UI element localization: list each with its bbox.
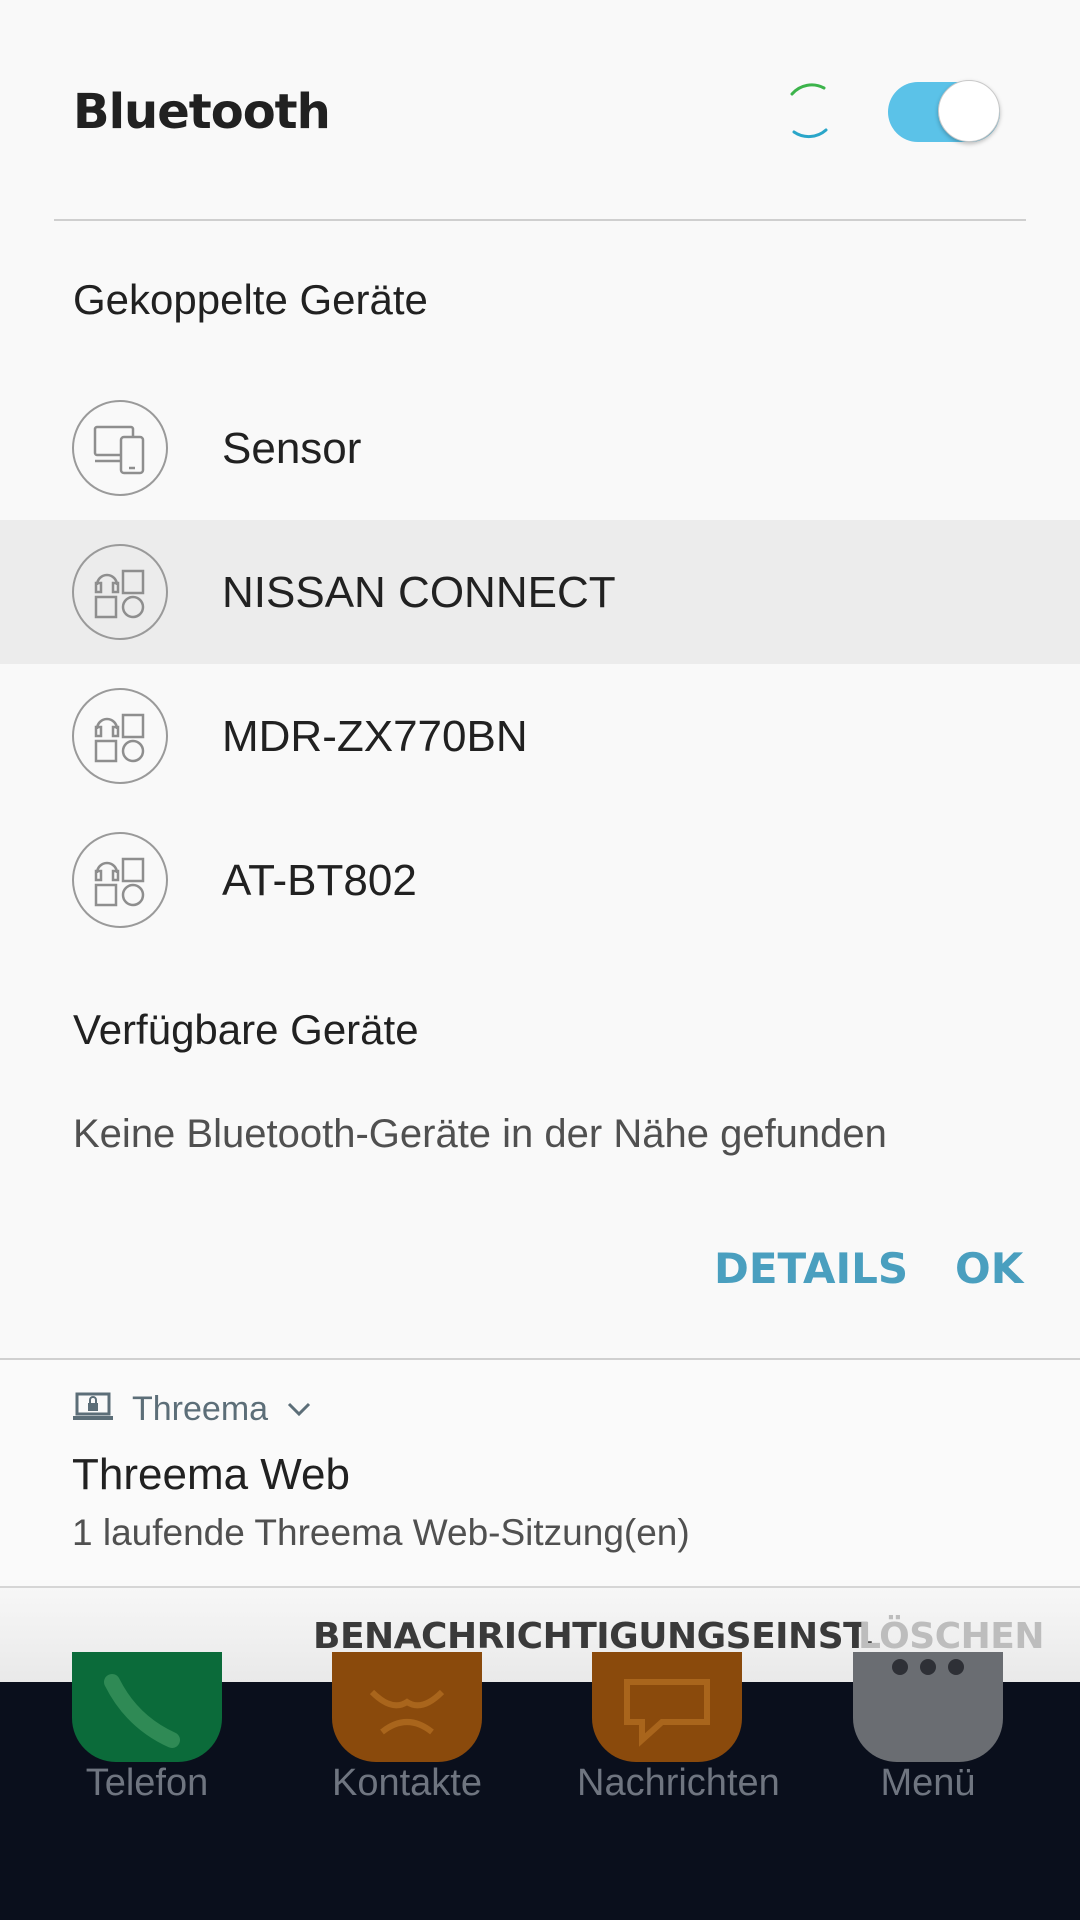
available-devices-heading: Verfügbare Geräte bbox=[73, 1006, 419, 1053]
no-devices-message: Keine Bluetooth-Geräte in der Nähe gefun… bbox=[73, 1112, 887, 1156]
dock-item-kontakte[interactable]: Kontakte bbox=[317, 1652, 497, 1920]
home-dock: Telefon Kontakte Nachrichten Menü bbox=[0, 1652, 1080, 1920]
notification-text: 1 laufende Threema Web-Sitzung(en) bbox=[72, 1512, 690, 1553]
scanning-spinner-icon bbox=[780, 78, 840, 144]
devices-icon bbox=[72, 400, 168, 496]
messages-icon bbox=[592, 1652, 742, 1762]
dock-label: Kontakte bbox=[332, 1762, 482, 1804]
ok-button[interactable]: OK bbox=[955, 1244, 1023, 1293]
device-row-mdr-zx770bn[interactable]: MDR-ZX770BN bbox=[0, 664, 1080, 808]
dock-item-nachrichten[interactable]: Nachrichten bbox=[577, 1652, 780, 1920]
bluetooth-header: Bluetooth bbox=[0, 0, 1080, 222]
device-row-sensor[interactable]: Sensor bbox=[0, 376, 1080, 520]
bluetooth-toggle[interactable] bbox=[888, 80, 1000, 142]
chevron-down-icon[interactable] bbox=[286, 1400, 312, 1423]
bluetooth-panel: Bluetooth Gekoppelte Geräte Sensor NISSA… bbox=[0, 0, 1080, 1358]
device-row-at-bt802[interactable]: AT-BT802 bbox=[0, 808, 1080, 952]
toggle-knob bbox=[938, 80, 1000, 142]
paired-devices-heading: Gekoppelte Geräte bbox=[73, 276, 428, 323]
bluetooth-title: Bluetooth bbox=[73, 84, 331, 140]
dock-item-menue[interactable]: Menü bbox=[838, 1652, 1018, 1920]
laptop-lock-icon bbox=[72, 1392, 114, 1427]
device-name: NISSAN CONNECT bbox=[222, 568, 616, 617]
details-button[interactable]: DETAILS bbox=[714, 1244, 908, 1293]
multi-device-icon bbox=[72, 544, 168, 640]
notification-app-name: Threema bbox=[132, 1390, 269, 1428]
dock-label: Telefon bbox=[85, 1762, 209, 1804]
notification-title: Threema Web bbox=[72, 1450, 350, 1499]
device-name: Sensor bbox=[222, 424, 362, 473]
notification-settings-button[interactable]: BENACHRICHTIGUNGSEINST. bbox=[313, 1616, 875, 1657]
dock-label: Menü bbox=[880, 1762, 976, 1804]
dock-item-telefon[interactable]: Telefon bbox=[57, 1652, 237, 1920]
divider bbox=[54, 219, 1026, 221]
clear-button[interactable]: LÖSCHEN bbox=[858, 1616, 1044, 1657]
threema-notification[interactable]: Threema Threema Web 1 laufende Threema W… bbox=[0, 1358, 1080, 1586]
device-name: MDR-ZX770BN bbox=[222, 712, 528, 761]
device-name: AT-BT802 bbox=[222, 856, 417, 905]
device-row-nissan-connect[interactable]: NISSAN CONNECT bbox=[0, 520, 1080, 664]
contacts-icon bbox=[332, 1652, 482, 1762]
multi-device-icon bbox=[72, 688, 168, 784]
apps-menu-icon bbox=[853, 1652, 1003, 1762]
phone-icon bbox=[72, 1652, 222, 1762]
multi-device-icon bbox=[72, 832, 168, 928]
dock-label: Nachrichten bbox=[577, 1762, 780, 1804]
